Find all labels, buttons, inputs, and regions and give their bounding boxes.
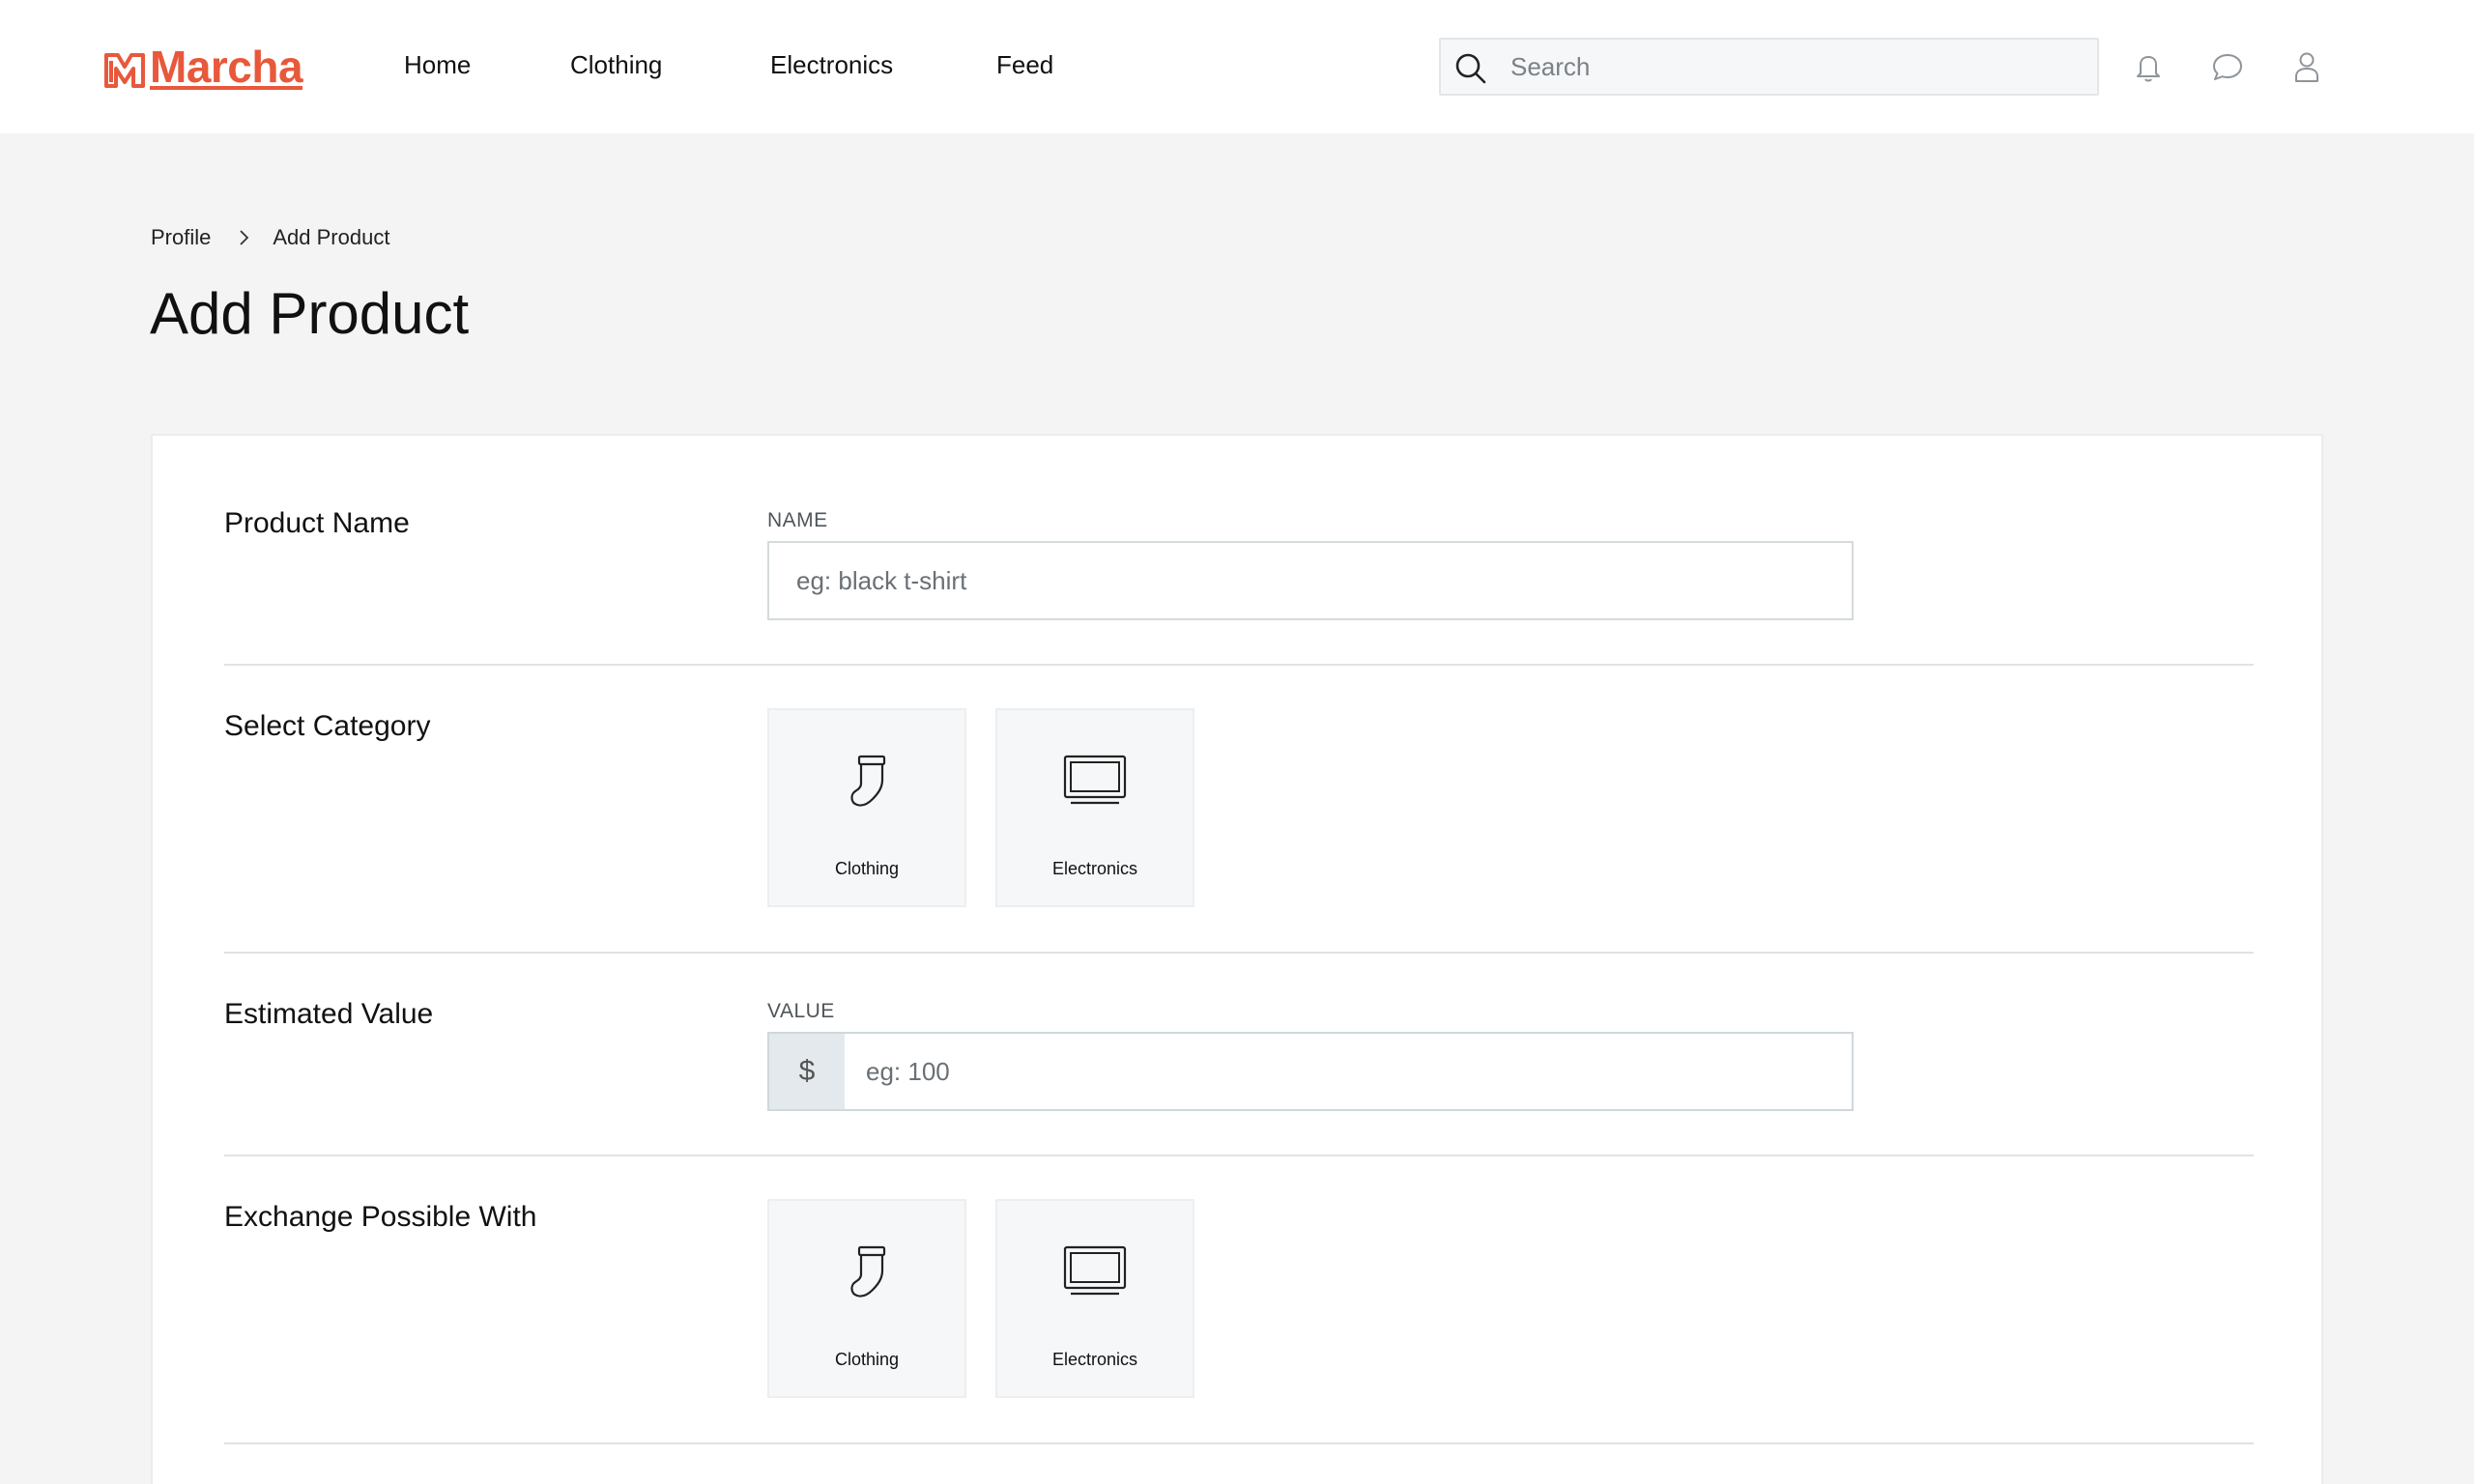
add-product-form: Product Name NAME Select Category Clothi… xyxy=(151,434,2323,1484)
breadcrumb: Profile Add Product xyxy=(151,225,389,250)
estimated-value-input[interactable] xyxy=(845,1034,1852,1109)
estimated-value-label: Estimated Value xyxy=(224,998,434,1030)
brand-name: Marcha xyxy=(150,42,303,92)
section-divider xyxy=(224,952,2254,954)
brand-logo[interactable]: Marcha xyxy=(103,42,303,93)
search-icon[interactable] xyxy=(1454,52,1487,85)
top-header: Marcha Home Clothing Electronics Feed xyxy=(0,0,2474,133)
exchange-option-label: Clothing xyxy=(834,1350,900,1369)
category-option-label: Clothing xyxy=(834,859,900,878)
sock-icon xyxy=(850,755,886,807)
product-name-field xyxy=(767,541,1854,620)
chevron-right-icon xyxy=(240,230,249,245)
nav-clothing[interactable]: Clothing xyxy=(570,50,662,80)
section-divider xyxy=(224,1155,2254,1156)
category-option-label: Electronics xyxy=(1051,859,1138,878)
category-option-electronics[interactable]: Electronics xyxy=(995,708,1194,907)
exchange-option-clothing[interactable]: Clothing xyxy=(767,1199,966,1398)
select-category-label: Select Category xyxy=(224,710,431,742)
nav-electronics[interactable]: Electronics xyxy=(770,50,893,80)
user-icon[interactable] xyxy=(2288,48,2325,85)
product-name-input[interactable] xyxy=(769,543,1852,618)
sock-icon xyxy=(850,1245,886,1298)
product-name-label: Product Name xyxy=(224,507,410,539)
currency-prefix: $ xyxy=(769,1034,845,1109)
nav-feed[interactable]: Feed xyxy=(996,50,1053,80)
laptop-icon xyxy=(1063,1245,1127,1296)
value-caption: VALUE xyxy=(767,1000,835,1022)
marcha-logo-icon xyxy=(104,53,145,88)
exchange-option-electronics[interactable]: Electronics xyxy=(995,1199,1194,1398)
section-divider xyxy=(224,1442,2254,1444)
exchange-possible-label: Exchange Possible With xyxy=(224,1201,537,1233)
section-divider xyxy=(224,664,2254,666)
bell-icon[interactable] xyxy=(2130,48,2167,85)
search-box xyxy=(1439,38,2099,96)
laptop-icon xyxy=(1063,755,1127,805)
category-option-clothing[interactable]: Clothing xyxy=(767,708,966,907)
breadcrumb-current: Add Product xyxy=(273,225,390,249)
chat-bubble-icon[interactable] xyxy=(2209,48,2246,85)
estimated-value-field: $ xyxy=(767,1032,1854,1111)
name-caption: NAME xyxy=(767,509,828,531)
page-title: Add Product xyxy=(150,281,470,346)
exchange-option-label: Electronics xyxy=(1051,1350,1138,1369)
breadcrumb-profile-link[interactable]: Profile xyxy=(151,225,211,250)
search-input[interactable] xyxy=(1510,40,2081,94)
nav-home[interactable]: Home xyxy=(404,50,471,80)
